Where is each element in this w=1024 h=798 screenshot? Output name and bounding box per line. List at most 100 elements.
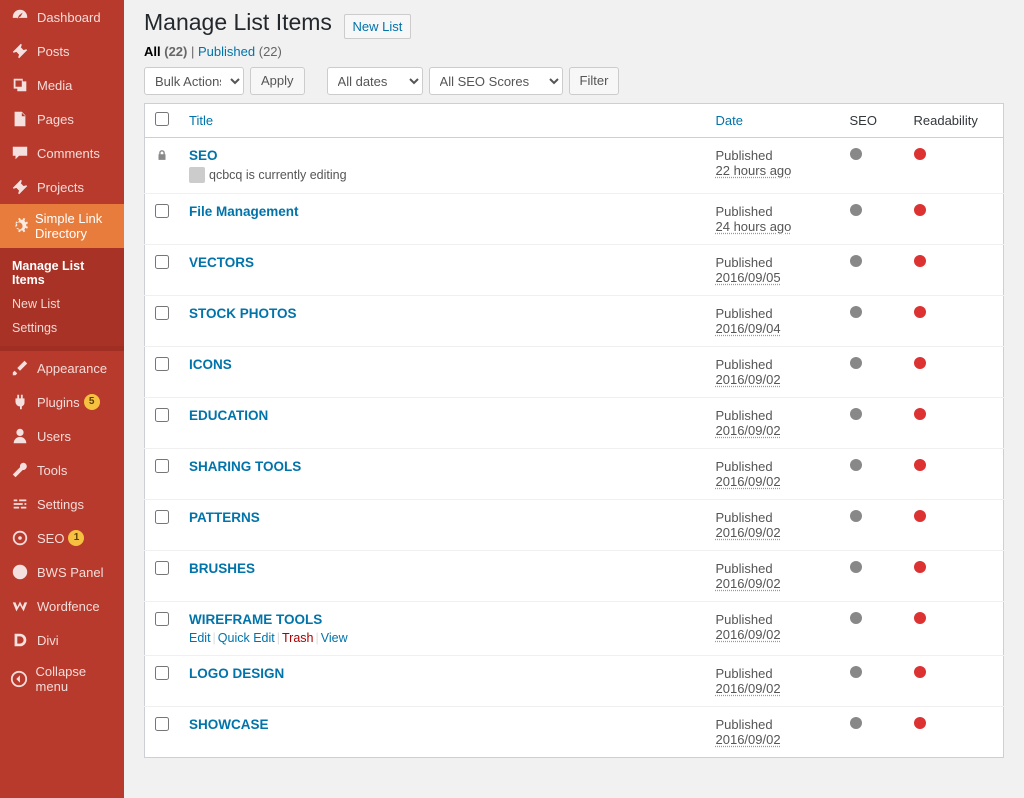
menu-badge: 5 <box>84 394 100 410</box>
row-title-link[interactable]: SHOWCASE <box>189 717 269 732</box>
action-quick-edit[interactable]: Quick Edit <box>218 631 275 645</box>
readability-dot <box>914 561 926 573</box>
row-checkbox[interactable] <box>155 666 169 680</box>
col-date[interactable]: Date <box>716 113 743 128</box>
list-table: Title Date SEO Readability SEOqcbcq is c… <box>144 103 1004 758</box>
menu-item-appearance[interactable]: Appearance <box>0 351 124 385</box>
row-status: Published <box>716 408 830 423</box>
menu-badge: 1 <box>68 530 84 546</box>
col-title[interactable]: Title <box>189 113 213 128</box>
menu-label: Projects <box>37 180 84 195</box>
seo-dot <box>850 255 862 267</box>
row-title-link[interactable]: EDUCATION <box>189 408 268 423</box>
table-row: SHOWCASEPublished2016/09/02 <box>145 707 1004 758</box>
submenu-item[interactable]: New List <box>0 292 124 316</box>
filter-all[interactable]: All (22) <box>144 44 187 59</box>
menu-label: Collapse menu <box>36 664 116 694</box>
table-row: File ManagementPublished24 hours ago <box>145 194 1004 245</box>
brush-icon <box>10 358 30 378</box>
menu-label: Wordfence <box>37 599 100 614</box>
row-title-link[interactable]: File Management <box>189 204 299 219</box>
wrench-icon <box>10 460 30 480</box>
row-title-link[interactable]: SHARING TOOLS <box>189 459 301 474</box>
row-checkbox[interactable] <box>155 510 169 524</box>
row-status: Published <box>716 510 830 525</box>
page-title: Manage List Items <box>144 0 332 40</box>
seo-dot <box>850 561 862 573</box>
gear-icon <box>10 216 28 236</box>
row-status: Published <box>716 612 830 627</box>
menu-item-dashboard[interactable]: Dashboard <box>0 0 124 34</box>
menu-item-media[interactable]: Media <box>0 68 124 102</box>
action-view[interactable]: View <box>321 631 348 645</box>
menu-item-tools[interactable]: Tools <box>0 453 124 487</box>
admin-sidebar: DashboardPostsMedia Pages Comments Projects… <box>0 0 124 798</box>
bulk-actions-select[interactable]: Bulk Actions <box>144 67 244 95</box>
readability-dot <box>914 666 926 678</box>
menu-item-bws-panel[interactable]: BWS Panel <box>0 555 124 589</box>
plug-icon <box>10 392 30 412</box>
menu-label: Pages <box>37 112 74 127</box>
bws-icon <box>10 562 30 582</box>
collapse-icon <box>10 669 29 689</box>
sliders-icon <box>10 494 30 514</box>
row-checkbox[interactable] <box>155 204 169 218</box>
row-checkbox[interactable] <box>155 255 169 269</box>
row-title-link[interactable]: LOGO DESIGN <box>189 666 284 681</box>
seo-dot <box>850 148 862 160</box>
menu-item-comments[interactable]: Comments <box>0 136 124 170</box>
pin-icon <box>10 177 30 197</box>
table-row: PATTERNSPublished2016/09/02 <box>145 500 1004 551</box>
row-status: Published <box>716 666 830 681</box>
row-date: 2016/09/02 <box>716 681 830 696</box>
readability-dot <box>914 306 926 318</box>
readability-dot <box>914 612 926 624</box>
menu-item-pages[interactable]: Pages <box>0 102 124 136</box>
menu-item-users[interactable]: Users <box>0 419 124 453</box>
apply-button[interactable]: Apply <box>250 67 305 95</box>
menu-item-plugins[interactable]: Plugins5 <box>0 385 124 419</box>
filter-button[interactable]: Filter <box>569 67 620 95</box>
menu-item-seo[interactable]: SEO1 <box>0 521 124 555</box>
submenu-item[interactable]: Manage List Items <box>0 254 124 292</box>
row-title-link[interactable]: BRUSHES <box>189 561 255 576</box>
row-checkbox[interactable] <box>155 717 169 731</box>
select-all-checkbox[interactable] <box>155 112 169 126</box>
seo-dot <box>850 357 862 369</box>
row-title-link[interactable]: SEO <box>189 148 218 163</box>
menu-item-simple-link-directory[interactable]: Simple Link Directory <box>0 204 124 248</box>
menu-item-wordfence[interactable]: Wordfence <box>0 589 124 623</box>
new-list-button[interactable]: New List <box>344 14 412 39</box>
readability-dot <box>914 204 926 216</box>
row-title-link[interactable]: VECTORS <box>189 255 254 270</box>
dates-select[interactable]: All dates <box>327 67 423 95</box>
menu-item-collapse-menu[interactable]: Collapse menu <box>0 657 124 701</box>
menu-item-projects[interactable]: Projects <box>0 170 124 204</box>
row-checkbox[interactable] <box>155 306 169 320</box>
action-edit[interactable]: Edit <box>189 631 211 645</box>
row-title-link[interactable]: STOCK PHOTOS <box>189 306 297 321</box>
row-status: Published <box>716 148 830 163</box>
submenu-item[interactable]: Settings <box>0 316 124 340</box>
menu-label: Tools <box>37 463 67 478</box>
seo-select[interactable]: All SEO Scores <box>429 67 563 95</box>
user-icon <box>10 426 30 446</box>
menu-item-settings[interactable]: Settings <box>0 487 124 521</box>
row-title-link[interactable]: WIREFRAME TOOLS <box>189 612 322 627</box>
menu-item-posts[interactable]: Posts <box>0 34 124 68</box>
filter-published[interactable]: Published (22) <box>198 44 282 59</box>
row-date: 22 hours ago <box>716 163 830 178</box>
col-readability: Readability <box>904 104 1004 138</box>
row-checkbox[interactable] <box>155 357 169 371</box>
action-trash[interactable]: Trash <box>282 631 314 645</box>
row-checkbox[interactable] <box>155 459 169 473</box>
row-checkbox[interactable] <box>155 408 169 422</box>
row-title-link[interactable]: ICONS <box>189 357 232 372</box>
row-checkbox[interactable] <box>155 561 169 575</box>
readability-dot <box>914 459 926 471</box>
seo-dot <box>850 306 862 318</box>
row-title-link[interactable]: PATTERNS <box>189 510 260 525</box>
menu-item-divi[interactable]: Divi <box>0 623 124 657</box>
row-checkbox[interactable] <box>155 612 169 626</box>
row-date: 2016/09/02 <box>716 576 830 591</box>
